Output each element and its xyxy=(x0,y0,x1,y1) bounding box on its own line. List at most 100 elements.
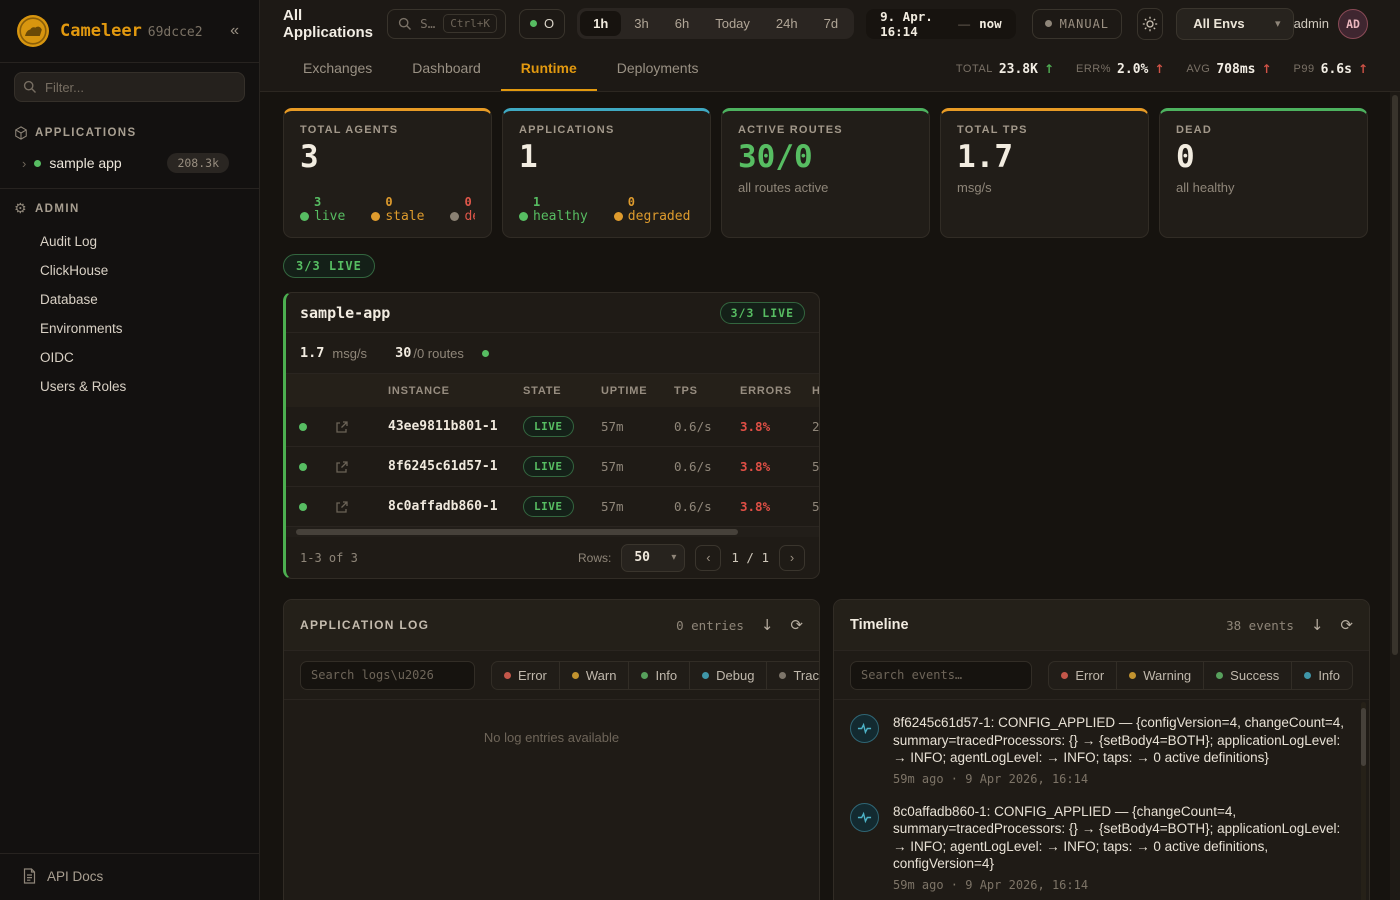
page-scrollbar[interactable] xyxy=(1390,92,1400,900)
sidebar-filter-input[interactable] xyxy=(14,72,245,102)
search-shortcut: Ctrl+K xyxy=(443,14,497,33)
stat-avg: AVG 708ms ↑ xyxy=(1186,62,1271,77)
filter-info[interactable]: Info xyxy=(628,661,690,690)
horizontal-scrollbar[interactable] xyxy=(286,527,819,537)
external-link-icon[interactable] xyxy=(320,420,364,434)
arrow-up-icon: ↑ xyxy=(1358,62,1368,76)
tab-runtime[interactable]: Runtime xyxy=(501,47,597,91)
env-select[interactable]: All Envs ▾ xyxy=(1176,8,1293,40)
health-dot xyxy=(482,350,489,357)
log-search-input[interactable] xyxy=(300,661,475,690)
date-from: 9. Apr. 16:14 xyxy=(880,9,949,39)
tab-dashboard[interactable]: Dashboard xyxy=(392,47,501,91)
sidebar-collapse-icon[interactable]: « xyxy=(224,20,245,42)
cube-icon xyxy=(14,126,28,140)
timeline-scrollbar-thumb[interactable] xyxy=(1361,708,1366,766)
sidebar-item-environments[interactable]: Environments xyxy=(0,314,259,343)
filter-error[interactable]: Error xyxy=(1048,661,1117,690)
state-badge: LIVE xyxy=(523,496,574,517)
tab-deployments[interactable]: Deployments xyxy=(597,47,719,91)
instance-table-header: INSTANCE STATE UPTIME TPS ERRORS H xyxy=(286,374,819,407)
timeline-search-input[interactable] xyxy=(850,661,1032,690)
card-active-routes: ACTIVE ROUTES 30/0 all routes active xyxy=(721,108,930,238)
chevron-down-icon: ▾ xyxy=(1275,17,1281,30)
tab-exchanges[interactable]: Exchanges xyxy=(283,47,392,91)
refresh-icon[interactable]: ⟳ xyxy=(1340,616,1353,634)
online-status-button[interactable]: O xyxy=(519,9,565,39)
sidebar-item-audit-log[interactable]: Audit Log xyxy=(0,227,259,256)
row-range-label: 1-3 of 3 xyxy=(300,551,358,565)
log-entries-count: 0 entries xyxy=(676,618,744,633)
time-range-24h[interactable]: 24h xyxy=(763,11,811,36)
app-count-badge: 208.3k xyxy=(167,153,229,173)
level-dot xyxy=(1216,672,1223,679)
sidebar-item-users-roles[interactable]: Users & Roles xyxy=(0,372,259,401)
time-range-3h[interactable]: 3h xyxy=(621,11,661,36)
timeline-scrollbar[interactable] xyxy=(1361,702,1366,900)
level-dot xyxy=(1129,672,1136,679)
tabbar: Exchanges Dashboard Runtime Deployments … xyxy=(260,47,1400,92)
next-page-button[interactable]: › xyxy=(779,545,805,571)
time-range-1h[interactable]: 1h xyxy=(580,11,621,36)
arrow-up-icon: ↑ xyxy=(1154,62,1164,76)
instance-status-dot xyxy=(299,463,307,471)
sidebar-item-clickhouse[interactable]: ClickHouse xyxy=(0,256,259,285)
date-to: now xyxy=(979,16,1002,31)
horizontal-scrollbar-thumb[interactable] xyxy=(296,529,738,535)
filter-trace[interactable]: Trace xyxy=(766,661,820,690)
download-icon[interactable]: ↓ xyxy=(1311,616,1324,634)
refresh-icon[interactable]: ⟳ xyxy=(790,616,803,634)
avatar[interactable]: AD xyxy=(1338,9,1368,39)
timeline-event: 8f6245c61d57-1: CONFIG_APPLIED — {config… xyxy=(850,714,1347,786)
state-badge: LIVE xyxy=(523,456,574,477)
sidebar-item-database[interactable]: Database xyxy=(0,285,259,314)
instance-row[interactable]: 8c0affadb860-1 LIVE 57m 0.6/s 3.8% 5 xyxy=(286,487,819,527)
external-link-icon[interactable] xyxy=(320,460,364,474)
filter-info[interactable]: Info xyxy=(1291,661,1353,690)
level-dot xyxy=(641,672,648,679)
timeline-events-count: 38 events xyxy=(1226,618,1294,633)
time-range-7d[interactable]: 7d xyxy=(811,11,851,36)
filter-warning[interactable]: Warning xyxy=(1116,661,1204,690)
log-empty-state: No log entries available xyxy=(284,730,819,745)
rows-per-page-select[interactable]: 50 ▾ xyxy=(621,544,685,572)
log-panel-title: APPLICATION LOG xyxy=(300,618,429,632)
sidebar-item-sample-app[interactable]: › sample app 208.3k xyxy=(0,146,259,180)
admin-section-header: ⚙ ADMIN xyxy=(0,189,259,223)
pulse-icon xyxy=(850,803,879,832)
state-badge: LIVE xyxy=(523,416,574,437)
top-stats: TOTAL 23.8K ↑ ERR% 2.0% ↑ AVG 708ms ↑ P9… xyxy=(956,47,1368,91)
time-range-6h[interactable]: 6h xyxy=(662,11,702,36)
username-label: admin xyxy=(1294,16,1329,31)
api-docs-label: API Docs xyxy=(47,869,103,884)
download-icon[interactable]: ↓ xyxy=(761,616,774,634)
sidebar-item-oidc[interactable]: OIDC xyxy=(0,343,259,372)
application-panel-header[interactable]: sample-app 3/3 LIVE xyxy=(286,293,819,333)
external-link-icon[interactable] xyxy=(320,500,364,514)
card-applications: APPLICATIONS 1 1 healthy xyxy=(502,108,711,238)
filter-error[interactable]: Error xyxy=(491,661,560,690)
time-range-today[interactable]: Today xyxy=(702,11,763,36)
app-item-label: sample app xyxy=(49,155,121,171)
manual-refresh-toggle[interactable]: MANUAL xyxy=(1032,9,1122,39)
brand[interactable]: Cameleer 69dcce2 « xyxy=(0,0,259,62)
global-search-button[interactable]: S… Ctrl+K xyxy=(387,9,506,39)
page-scrollbar-thumb[interactable] xyxy=(1392,95,1398,655)
timeline-panel-header: Timeline 38 events ↓ ⟳ xyxy=(834,600,1369,651)
filter-debug[interactable]: Debug xyxy=(689,661,767,690)
date-range-picker[interactable]: 9. Apr. 16:14 — now xyxy=(866,9,1016,39)
application-log-panel: APPLICATION LOG 0 entries ↓ ⟳ Error xyxy=(283,599,820,900)
api-docs-link[interactable]: API Docs xyxy=(0,853,259,900)
theme-toggle-button[interactable] xyxy=(1137,8,1163,40)
application-panel: sample-app 3/3 LIVE 1.7 msg/s 30 /0 rout… xyxy=(283,292,820,579)
instance-row[interactable]: 43ee9811b801-1 LIVE 57m 0.6/s 3.8% 2 xyxy=(286,407,819,447)
prev-page-button[interactable]: ‹ xyxy=(695,545,721,571)
cameleer-logo-icon xyxy=(16,14,50,48)
card-total-agents: TOTAL AGENTS 3 3 live xyxy=(283,108,492,238)
filter-warn[interactable]: Warn xyxy=(559,661,630,690)
filter-success[interactable]: Success xyxy=(1203,661,1292,690)
instance-status-dot xyxy=(299,423,307,431)
instance-row[interactable]: 8f6245c61d57-1 LIVE 57m 0.6/s 3.8% 5 xyxy=(286,447,819,487)
card-stat: 0 dead xyxy=(450,196,475,225)
timeline-panel: Timeline 38 events ↓ ⟳ Error xyxy=(833,599,1370,900)
